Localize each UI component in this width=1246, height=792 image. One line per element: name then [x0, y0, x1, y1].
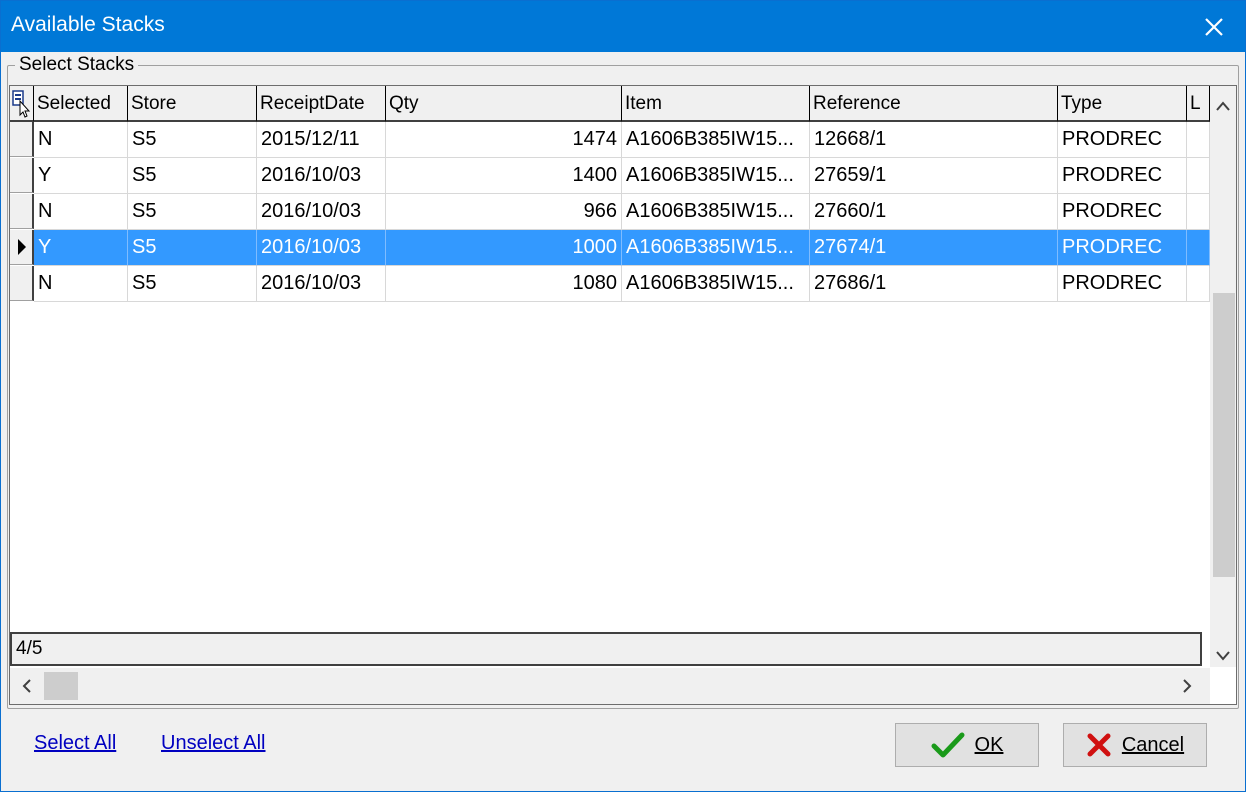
close-icon — [1205, 17, 1223, 36]
column-chooser-icon — [12, 90, 31, 118]
cell-type[interactable]: PRODREC — [1058, 194, 1187, 230]
cell-type[interactable]: PRODREC — [1058, 230, 1187, 266]
column-header-partial[interactable]: L — [1187, 86, 1210, 122]
row-indicator[interactable] — [10, 158, 34, 193]
row-indicator[interactable] — [10, 122, 34, 157]
column-header-receiptdate[interactable]: ReceiptDate — [257, 86, 386, 122]
cell-store[interactable]: S5 — [128, 122, 257, 158]
cell-item[interactable]: A1606B385IW15... — [622, 194, 810, 230]
cell-reference[interactable]: 12668/1 — [810, 122, 1058, 158]
scroll-right-icon[interactable] — [1182, 678, 1192, 696]
column-header-selected[interactable]: Selected — [34, 86, 128, 122]
window-title: Available Stacks — [11, 13, 165, 36]
cell-receipt-date[interactable]: 2016/10/03 — [257, 266, 386, 302]
column-header-store[interactable]: Store — [128, 86, 257, 122]
cell-partial[interactable] — [1187, 158, 1210, 194]
row-pointer-icon — [18, 239, 26, 255]
checkmark-icon — [931, 732, 965, 758]
cell-qty[interactable]: 1400 — [386, 158, 622, 194]
cell-selected[interactable]: Y — [34, 230, 128, 266]
cell-partial[interactable] — [1187, 230, 1210, 266]
ok-button[interactable]: OK — [895, 723, 1039, 767]
vertical-scrollbar[interactable] — [1210, 86, 1236, 667]
column-header-reference[interactable]: Reference — [810, 86, 1058, 122]
cancel-label: Cancel — [1121, 733, 1185, 756]
close-button[interactable] — [1183, 1, 1245, 52]
cell-store[interactable]: S5 — [128, 266, 257, 302]
cell-receipt-date[interactable]: 2015/12/11 — [257, 122, 386, 158]
ok-label: OK — [974, 733, 1004, 756]
cell-reference[interactable]: 27659/1 — [810, 158, 1058, 194]
group-label: Select Stacks — [15, 54, 139, 76]
available-stacks-dialog: Available Stacks Select Stacks Selected … — [0, 0, 1246, 792]
column-chooser-button[interactable] — [10, 86, 34, 122]
cell-selected[interactable]: Y — [34, 158, 128, 194]
cell-qty[interactable]: 966 — [386, 194, 622, 230]
scroll-down-icon[interactable] — [1216, 646, 1230, 664]
row-counter-bar: 4/5 — [10, 632, 1202, 666]
cell-selected[interactable]: N — [34, 122, 128, 158]
row-indicator[interactable] — [10, 230, 34, 265]
cell-item[interactable]: A1606B385IW15... — [622, 266, 810, 302]
cell-qty[interactable]: 1080 — [386, 266, 622, 302]
column-header-qty[interactable]: Qty — [386, 86, 622, 122]
row-counter: 4/5 — [16, 638, 43, 659]
cell-reference[interactable]: 27686/1 — [810, 266, 1058, 302]
scroll-up-icon[interactable] — [1216, 96, 1230, 114]
cell-item[interactable]: A1606B385IW15... — [622, 230, 810, 266]
title-bar: Available Stacks — [1, 1, 1245, 52]
cell-qty[interactable]: 1000 — [386, 230, 622, 266]
row-indicator[interactable] — [10, 194, 34, 229]
cell-receipt-date[interactable]: 2016/10/03 — [257, 158, 386, 194]
cell-store[interactable]: S5 — [128, 158, 257, 194]
cell-partial[interactable] — [1187, 266, 1210, 302]
cell-reference[interactable]: 27660/1 — [810, 194, 1058, 230]
row-indicator[interactable] — [10, 266, 34, 301]
cell-store[interactable]: S5 — [128, 194, 257, 230]
cell-receipt-date[interactable]: 2016/10/03 — [257, 194, 386, 230]
cell-qty[interactable]: 1474 — [386, 122, 622, 158]
cell-selected[interactable]: N — [34, 194, 128, 230]
scroll-left-icon[interactable] — [22, 678, 32, 696]
cell-receipt-date[interactable]: 2016/10/03 — [257, 230, 386, 266]
select-all-link[interactable]: Select All — [34, 732, 116, 755]
cell-item[interactable]: A1606B385IW15... — [622, 122, 810, 158]
column-header-item[interactable]: Item — [622, 86, 810, 122]
stacks-grid: Selected Store ReceiptDate Qty Item Refe… — [9, 85, 1237, 705]
vertical-scroll-thumb[interactable] — [1213, 293, 1235, 577]
cell-reference[interactable]: 27674/1 — [810, 230, 1058, 266]
horizontal-scrollbar[interactable] — [10, 668, 1210, 704]
cell-store[interactable]: S5 — [128, 230, 257, 266]
column-header-type[interactable]: Type — [1058, 86, 1187, 122]
cell-partial[interactable] — [1187, 122, 1210, 158]
cancel-button[interactable]: Cancel — [1063, 723, 1207, 767]
horizontal-scroll-thumb[interactable] — [44, 672, 78, 700]
unselect-all-link[interactable]: Unselect All — [161, 732, 266, 755]
cell-item[interactable]: A1606B385IW15... — [622, 158, 810, 194]
cell-type[interactable]: PRODREC — [1058, 266, 1187, 302]
cell-selected[interactable]: N — [34, 266, 128, 302]
cell-partial[interactable] — [1187, 194, 1210, 230]
cell-type[interactable]: PRODREC — [1058, 158, 1187, 194]
cell-type[interactable]: PRODREC — [1058, 122, 1187, 158]
x-mark-icon — [1087, 733, 1111, 757]
